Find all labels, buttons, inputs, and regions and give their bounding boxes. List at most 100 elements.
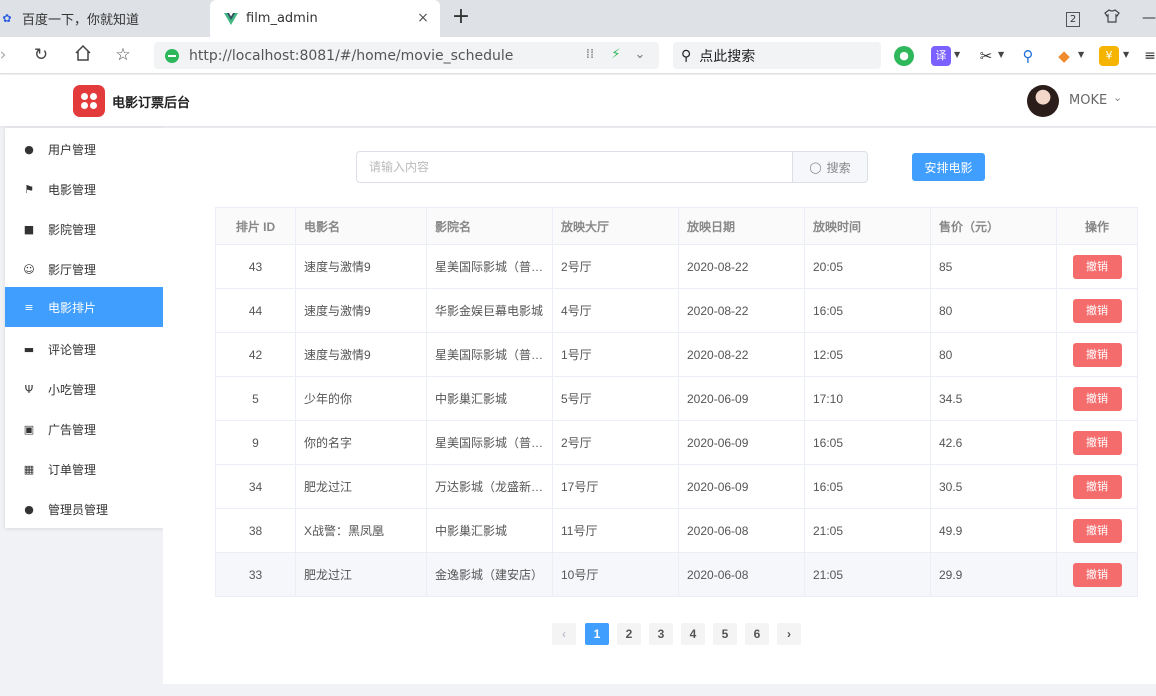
table-cell: 华影金娱巨幕电影城 xyxy=(426,288,553,333)
sidebar-item-comments[interactable]: ▬ 评论管理 xyxy=(5,329,163,369)
gamepad-icon[interactable]: ◆ xyxy=(1054,46,1074,66)
sidebar-item-schedule[interactable]: ≡ 电影排片 xyxy=(5,287,163,327)
caret-icon: ▼ xyxy=(954,50,961,59)
column-header[interactable]: 放映时间 xyxy=(804,207,931,245)
bookmark-star-icon[interactable]: ☆ xyxy=(112,44,134,66)
page-button[interactable]: 2 xyxy=(617,623,641,645)
table-cell: 80 xyxy=(930,332,1057,377)
search-input[interactable] xyxy=(356,151,793,183)
column-header[interactable]: 放映日期 xyxy=(678,207,805,245)
tab-count-badge[interactable]: 2 xyxy=(1064,9,1082,27)
table-cell: 2020-06-09 xyxy=(678,464,805,509)
column-header[interactable]: 排片 ID xyxy=(215,207,296,245)
revoke-button[interactable]: 撤销 xyxy=(1072,298,1122,323)
avatar[interactable] xyxy=(1027,85,1059,117)
flag-icon: ⚑ xyxy=(24,182,34,196)
column-header[interactable]: 售价（元） xyxy=(930,207,1057,245)
grid-icon[interactable]: ⁞⁞ xyxy=(582,47,598,63)
action-cell: 撤销 xyxy=(1056,288,1138,333)
scissors-icon[interactable]: ✂ xyxy=(976,46,996,66)
table-cell: 5 xyxy=(215,376,296,421)
table-cell: 肥龙过江 xyxy=(295,552,427,597)
page-button[interactable]: 6 xyxy=(745,623,769,645)
table-cell: 1号厅 xyxy=(552,332,679,377)
next-page-button[interactable]: › xyxy=(777,623,801,645)
lightning-icon[interactable]: ⚡ xyxy=(608,47,624,63)
action-cell: 撤销 xyxy=(1056,420,1138,465)
arrange-movie-button[interactable]: 安排电影 xyxy=(912,153,985,181)
table-header-row: 排片 ID 电影名 影院名 放映大厅 放映日期 放映时间 售价（元） 操作 xyxy=(215,207,1138,245)
table-cell: 17:10 xyxy=(804,376,931,421)
chevron-down-icon[interactable]: ⌄ xyxy=(1113,91,1122,104)
main-content: ◯ 搜索 安排电影 排片 ID 电影名 影院名 放映大厅 放映日期 放映时间 售… xyxy=(163,128,1156,684)
revoke-button[interactable]: 撤销 xyxy=(1072,342,1122,367)
column-header: 操作 xyxy=(1056,207,1138,245)
chevron-down-icon[interactable]: ⌄ xyxy=(632,47,648,63)
table-cell: 5号厅 xyxy=(552,376,679,421)
revoke-button[interactable]: 撤销 xyxy=(1072,254,1122,279)
table-cell: 16:05 xyxy=(804,464,931,509)
browser-tab-baidu[interactable]: ✿ 百度一下，你就知道 xyxy=(0,0,209,37)
table-row: 5 少年的你 中影巢汇影城 5号厅 2020-06-09 17:10 34.5 撤销 xyxy=(215,376,1138,421)
user-name[interactable]: MOKE xyxy=(1069,93,1107,108)
table-cell: 2020-08-22 xyxy=(678,288,805,333)
sidebar-item-users[interactable]: ● 用户管理 xyxy=(5,129,163,169)
revoke-button[interactable]: 撤销 xyxy=(1072,386,1122,411)
prev-page-button[interactable]: ‹ xyxy=(552,623,576,645)
table-row: 43 速度与激情9 星美国际影城（普… 2号厅 2020-08-22 20:05 85 撤销 xyxy=(215,244,1138,289)
reload-icon[interactable]: ↻ xyxy=(30,44,52,66)
table-cell: 速度与激情9 xyxy=(295,332,427,377)
sidebar-item-label: 小吃管理 xyxy=(48,382,97,397)
sidebar-item-movies[interactable]: ⚑ 电影管理 xyxy=(5,169,163,209)
film-strip-icon: ▦ xyxy=(23,462,35,476)
caret-icon: ▼ xyxy=(1078,50,1085,59)
back-icon[interactable]: › xyxy=(0,44,14,66)
revoke-button[interactable]: 撤销 xyxy=(1072,430,1122,455)
browser-tab-film-admin[interactable]: film_admin × xyxy=(210,0,440,37)
search-button[interactable]: ◯ 搜索 xyxy=(792,151,868,183)
column-header[interactable]: 电影名 xyxy=(295,207,427,245)
column-header[interactable]: 放映大厅 xyxy=(552,207,679,245)
translate-icon[interactable]: 译 xyxy=(931,46,951,66)
action-cell: 撤销 xyxy=(1056,552,1138,597)
revoke-button[interactable]: 撤销 xyxy=(1072,474,1122,499)
table-cell: 34 xyxy=(215,464,296,509)
caret-icon: ▼ xyxy=(1123,50,1130,59)
shield-icon[interactable]: ¥ xyxy=(1099,46,1119,66)
table-cell: 2020-06-09 xyxy=(678,376,805,421)
column-header[interactable]: 影院名 xyxy=(426,207,553,245)
sidebar-item-orders[interactable]: ▦ 订单管理 xyxy=(5,449,163,489)
page-button[interactable]: 5 xyxy=(713,623,737,645)
browser-search-text: 点此搜索 xyxy=(699,48,756,65)
close-tab-icon[interactable]: × xyxy=(416,11,430,25)
sidebar-item-label: 订单管理 xyxy=(48,462,97,477)
browser-search-box[interactable]: ⚲ 点此搜索 xyxy=(673,42,881,69)
shirt-icon[interactable] xyxy=(1103,9,1121,27)
sidebar-item-halls[interactable]: ☺ 影厅管理 xyxy=(5,249,163,289)
wechat-icon[interactable]: ● xyxy=(894,46,914,66)
table-row: 44 速度与激情9 华影金娱巨幕电影城 4号厅 2020-08-22 16:05 80 撤销 xyxy=(215,288,1138,333)
sidebar-item-ads[interactable]: ▣ 广告管理 xyxy=(5,409,163,449)
new-tab-button[interactable]: + xyxy=(450,6,472,30)
revoke-button[interactable]: 撤销 xyxy=(1072,562,1122,587)
page-button[interactable]: 1 xyxy=(585,623,609,645)
search-magnify-icon[interactable]: ⚲ xyxy=(1018,46,1038,66)
table-cell: 29.9 xyxy=(930,552,1057,597)
table-cell: 38 xyxy=(215,508,296,553)
tab-title: film_admin xyxy=(246,11,318,26)
sidebar-item-snacks[interactable]: Ψ 小吃管理 xyxy=(5,369,163,409)
home-icon[interactable] xyxy=(72,44,94,66)
sidebar-item-label: 用户管理 xyxy=(48,142,97,157)
minimize-icon[interactable]: — xyxy=(1140,9,1156,27)
page-button[interactable]: 4 xyxy=(681,623,705,645)
table-cell: 16:05 xyxy=(804,420,931,465)
sidebar-item-admins[interactable]: ● 管理员管理 xyxy=(5,489,163,529)
action-cell: 撤销 xyxy=(1056,332,1138,377)
sidebar-item-label: 影厅管理 xyxy=(48,262,97,277)
menu-icon[interactable]: ≡ xyxy=(1140,46,1156,66)
page-button[interactable]: 3 xyxy=(649,623,673,645)
table-cell: 金逸影城（建安店） xyxy=(426,552,553,597)
sidebar-item-cinemas[interactable]: ■ 影院管理 xyxy=(5,209,163,249)
address-bar[interactable]: http://localhost:8081/#/home/movie_sched… xyxy=(154,42,659,69)
revoke-button[interactable]: 撤销 xyxy=(1072,518,1122,543)
